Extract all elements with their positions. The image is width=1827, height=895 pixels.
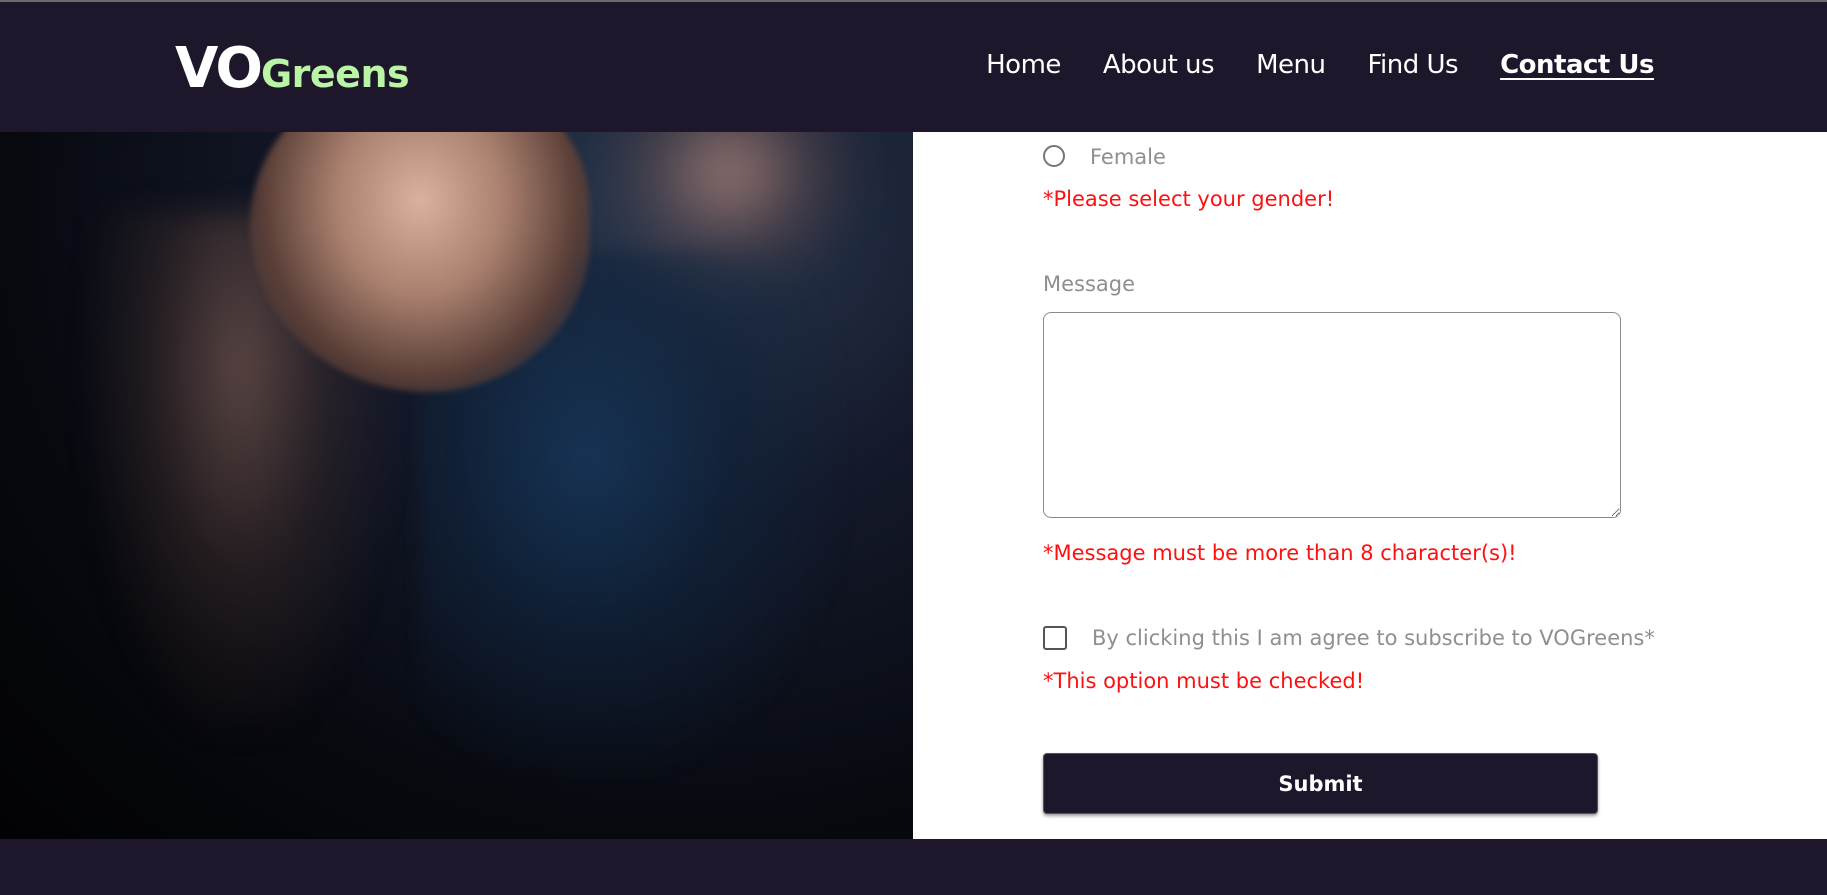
page: VO Greens Home About us Menu Find Us Con… xyxy=(0,0,1827,895)
gender-error: *Please select your gender! xyxy=(1043,187,1335,211)
nav-home[interactable]: Home xyxy=(986,50,1061,80)
subscribe-label: By clicking this I am agree to subscribe… xyxy=(1092,626,1655,650)
nav-menu[interactable]: Menu xyxy=(1256,50,1326,80)
nav-find-us[interactable]: Find Us xyxy=(1367,50,1458,80)
hero-photo xyxy=(0,132,913,839)
main-nav: Home About us Menu Find Us Contact Us xyxy=(986,50,1654,80)
nav-about-us[interactable]: About us xyxy=(1103,50,1215,80)
logo-greens-text: Greens xyxy=(260,52,410,96)
message-error: *Message must be more than 8 character(s… xyxy=(1043,541,1517,565)
site-footer xyxy=(0,839,1827,895)
message-textarea[interactable] xyxy=(1043,312,1621,518)
nav-contact-us[interactable]: Contact Us xyxy=(1500,50,1654,80)
gender-female-option[interactable]: Female xyxy=(1043,142,1166,169)
subscribe-option[interactable]: By clicking this I am agree to subscribe… xyxy=(1043,626,1655,650)
submit-button[interactable]: Submit xyxy=(1043,753,1598,814)
subscribe-checkbox[interactable] xyxy=(1043,626,1067,650)
gender-female-radio[interactable] xyxy=(1043,144,1065,167)
site-header: VO Greens Home About us Menu Find Us Con… xyxy=(0,2,1827,132)
gender-female-label: Female xyxy=(1090,145,1166,169)
contact-form: Female *Please select your gender! Messa… xyxy=(913,132,1827,839)
message-label: Message xyxy=(1043,272,1136,296)
logo[interactable]: VO Greens xyxy=(175,36,410,101)
logo-vo-text: VO xyxy=(175,36,263,101)
subscribe-error: *This option must be checked! xyxy=(1043,669,1365,693)
